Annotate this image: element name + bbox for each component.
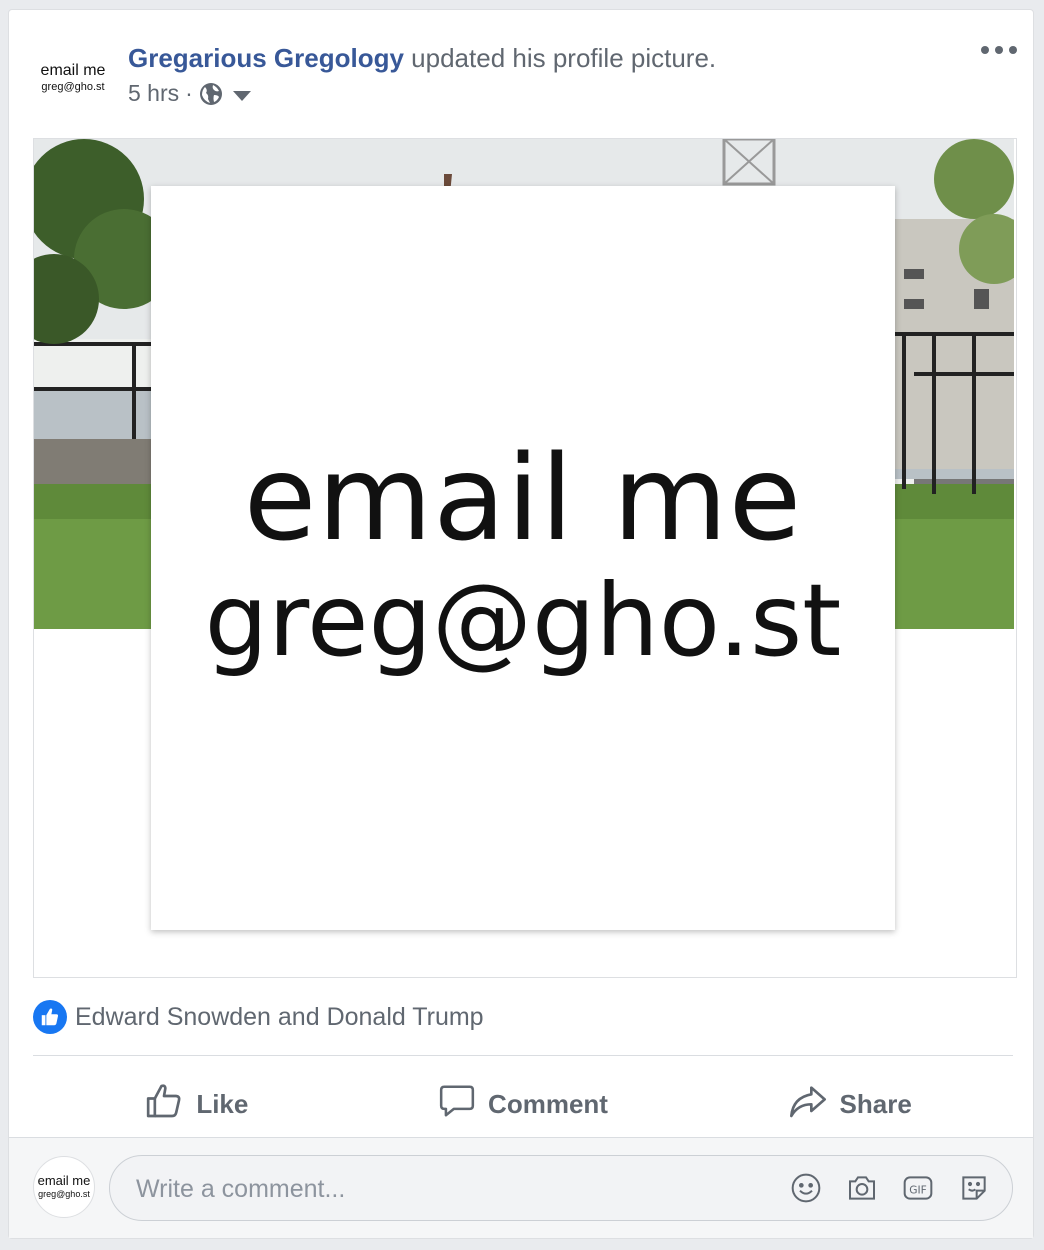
camera-icon[interactable] xyxy=(846,1172,878,1204)
comment-button[interactable]: Comment xyxy=(360,1072,687,1136)
post-card: email me greg@gho.st Gregarious Gregolog… xyxy=(8,9,1034,1239)
comment-box[interactable]: GIF xyxy=(109,1155,1013,1221)
gif-icon[interactable]: GIF xyxy=(902,1172,934,1204)
profile-photo-frame[interactable]: email me greg@gho.st xyxy=(33,138,1017,978)
profile-picture-line1: email me xyxy=(243,429,803,567)
comment-label: Comment xyxy=(488,1088,608,1119)
more-options-icon[interactable] xyxy=(981,40,1017,60)
share-arrow-icon xyxy=(788,1081,828,1128)
post-timestamp[interactable]: 5 hrs xyxy=(128,80,179,107)
comment-bubble-icon xyxy=(438,1082,476,1127)
share-label: Share xyxy=(839,1088,912,1119)
share-button[interactable]: Share xyxy=(686,1072,1013,1136)
comment-tools: GIF xyxy=(790,1172,990,1204)
like-label: Like xyxy=(196,1088,249,1119)
avatar-text-line1: email me xyxy=(40,62,106,79)
thumbs-up-icon xyxy=(144,1081,184,1128)
author-name-link[interactable]: Gregarious Gregology xyxy=(128,43,404,73)
like-button[interactable]: Like xyxy=(33,1072,360,1136)
chevron-down-icon[interactable] xyxy=(232,90,251,101)
commenter-avatar-line2: greg@gho.st xyxy=(38,1189,90,1199)
post-header: Gregarious Gregology updated his profile… xyxy=(128,42,716,74)
commenter-avatar[interactable]: email me greg@gho.st xyxy=(33,1156,95,1218)
author-avatar[interactable]: email me greg@gho.st xyxy=(33,38,113,118)
post-action-text: updated his profile picture. xyxy=(403,43,717,73)
avatar-text-line2: greg@gho.st xyxy=(41,81,105,93)
post-meta: 5 hrs · xyxy=(128,80,251,107)
like-reaction-icon xyxy=(33,1000,67,1034)
commenter-avatar-line1: email me xyxy=(37,1173,91,1188)
globe-icon[interactable] xyxy=(199,82,223,106)
meta-separator: · xyxy=(185,80,193,106)
profile-picture[interactable]: email me greg@gho.st xyxy=(151,186,895,930)
svg-text:GIF: GIF xyxy=(909,1183,927,1196)
emoji-icon[interactable] xyxy=(790,1172,822,1204)
profile-picture-line2: greg@gho.st xyxy=(204,562,842,679)
post-actions: Like Comment Share xyxy=(33,1072,1013,1136)
comment-input[interactable] xyxy=(134,1170,738,1208)
sticker-icon[interactable] xyxy=(958,1172,990,1204)
reactions-summary[interactable]: Edward Snowden and Donald Trump xyxy=(33,1000,484,1034)
divider xyxy=(33,1055,1013,1056)
reactions-text: Edward Snowden and Donald Trump xyxy=(75,1002,484,1031)
